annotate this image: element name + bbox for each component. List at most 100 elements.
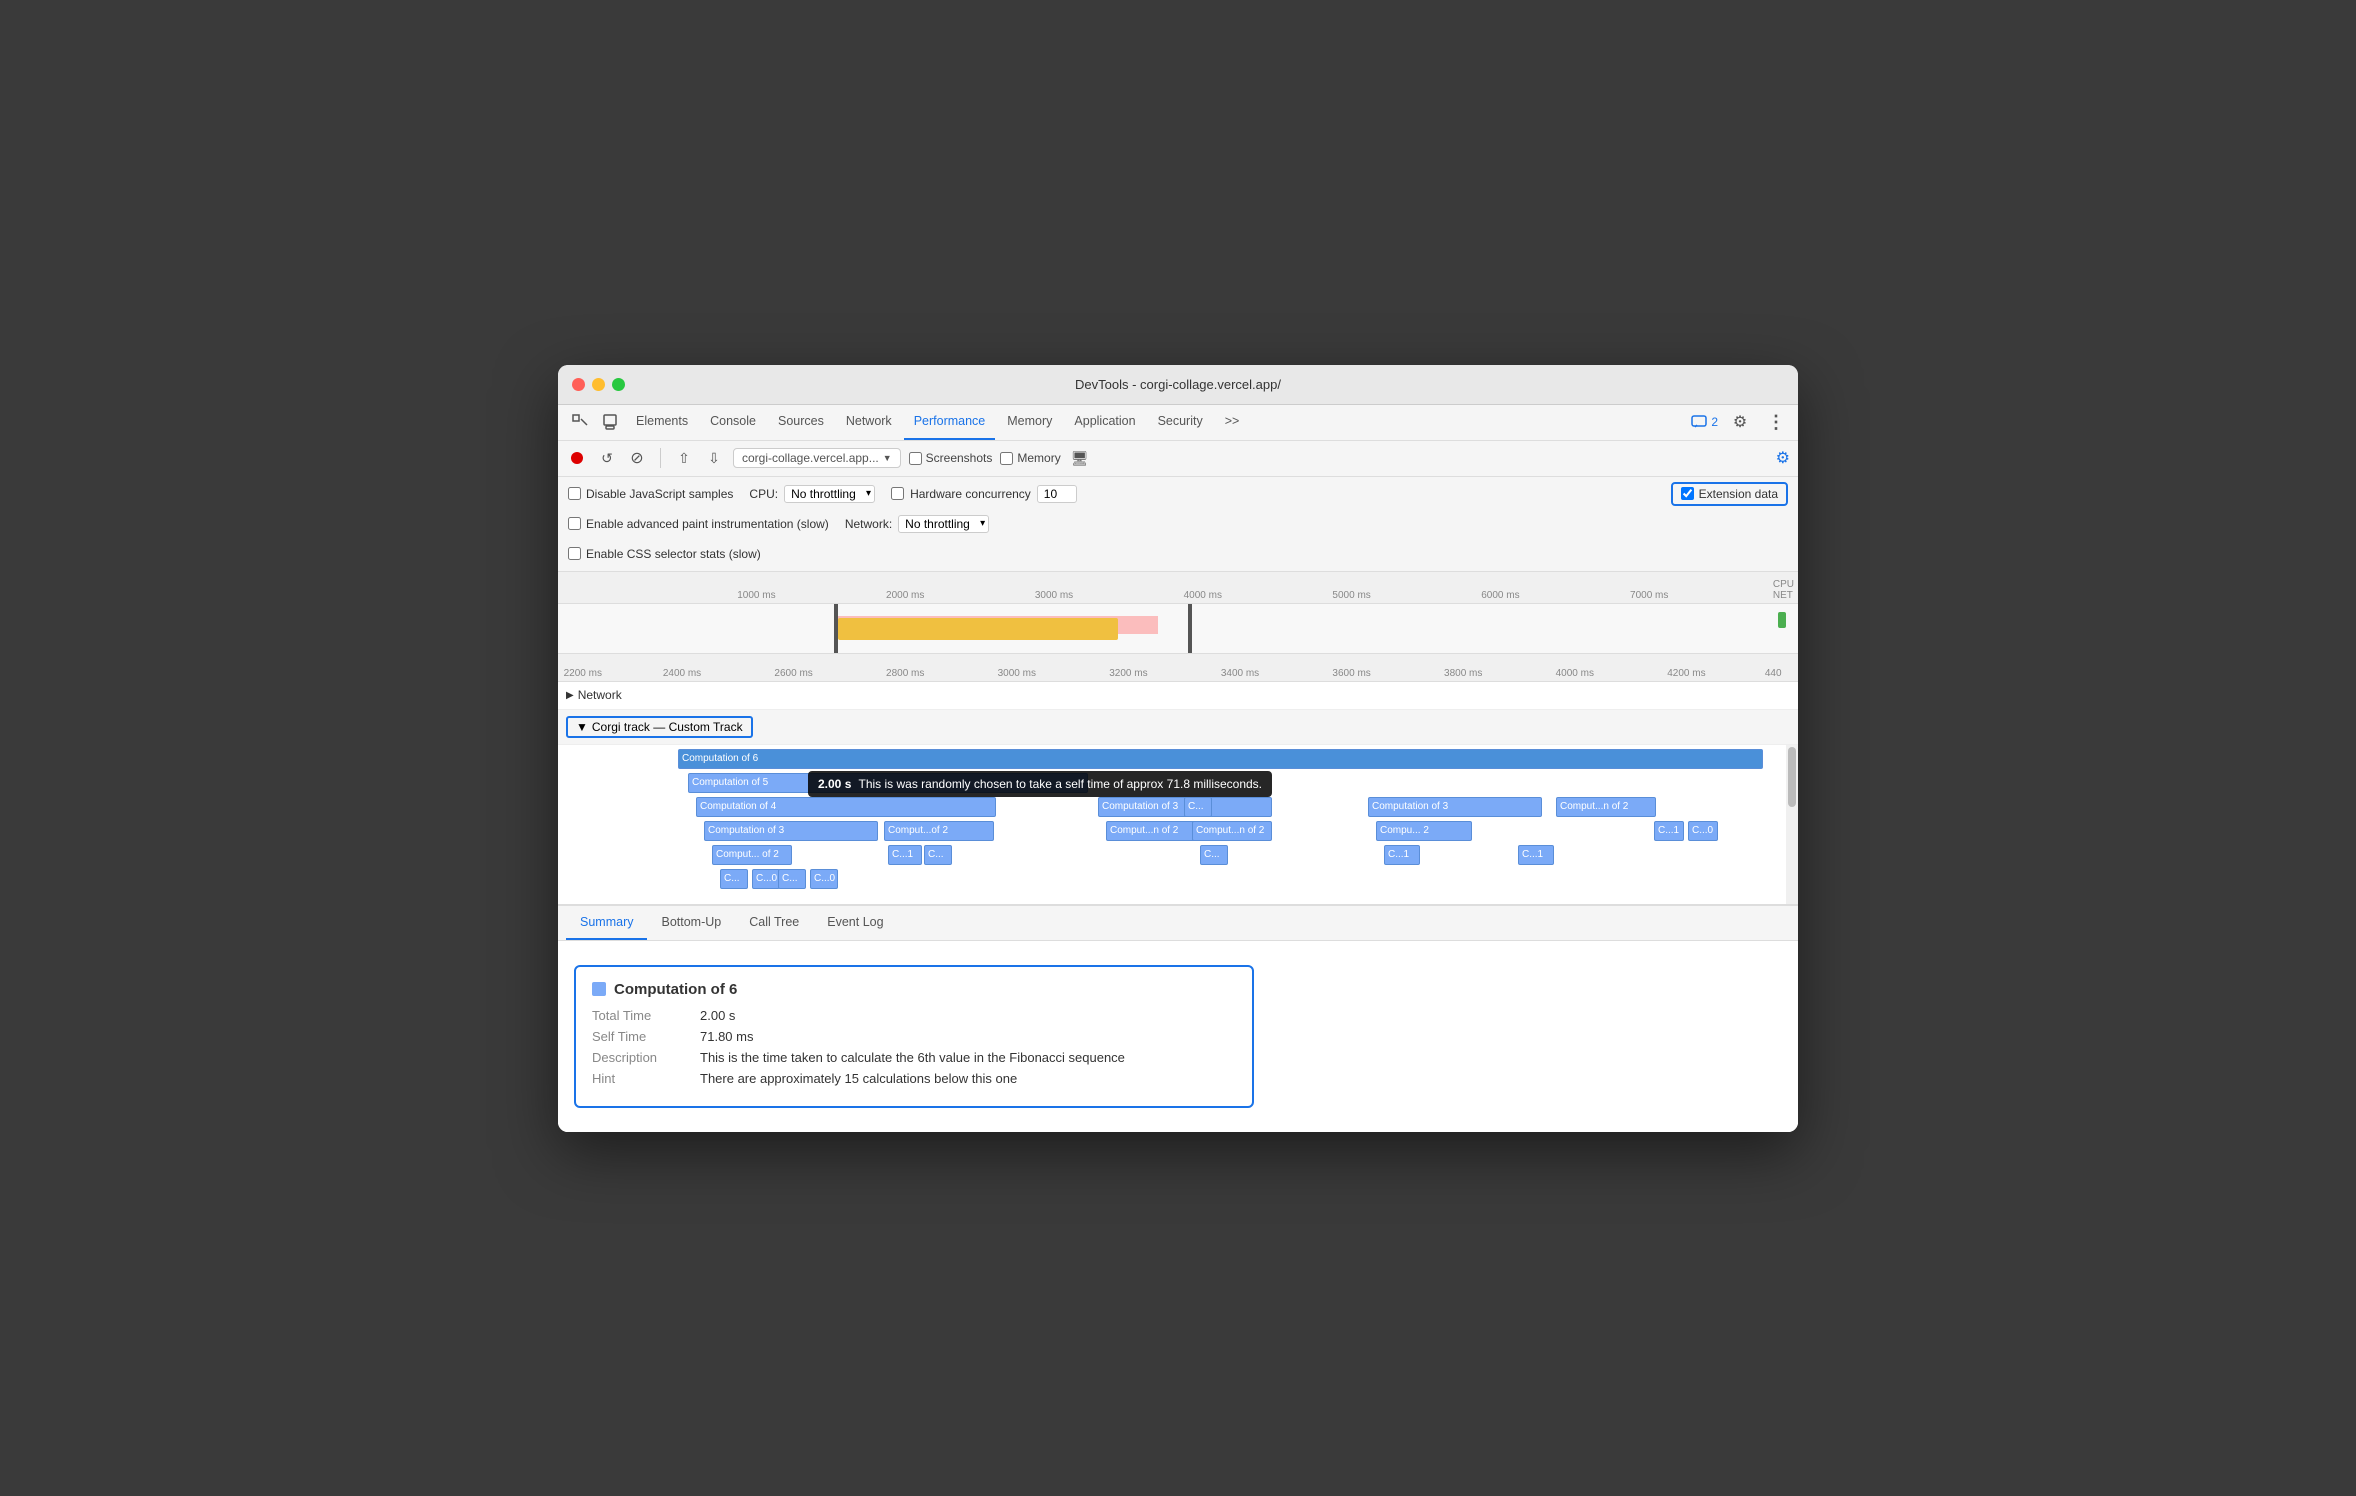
btab-bottom-up[interactable]: Bottom-Up — [647, 906, 735, 940]
flame-label: C... — [1204, 849, 1220, 860]
screenshots-checkbox-wrap[interactable]: Screenshots — [909, 451, 993, 465]
network-track-label[interactable]: ▶ Network — [558, 688, 678, 702]
btab-call-tree[interactable]: Call Tree — [735, 906, 813, 940]
selection-handle-left[interactable] — [834, 604, 838, 653]
zoom-3800: 3800 ms — [1444, 668, 1482, 679]
flame-bar-c1-a[interactable]: C...1 — [888, 845, 922, 865]
flame-bar-comp3-c[interactable]: Computation of 3 — [1368, 797, 1542, 817]
minimize-button[interactable] — [592, 378, 605, 391]
maximize-button[interactable] — [612, 378, 625, 391]
tab-sources[interactable]: Sources — [768, 404, 834, 440]
ruler-1000: 1000 ms — [737, 590, 775, 601]
flame-bar-comp2-e[interactable]: Compu... 2 — [1376, 821, 1472, 841]
flame-bar-comp3-a[interactable]: Computation of 3 — [704, 821, 878, 841]
flame-bar-comp2-b[interactable]: Comput... of 2 — [712, 845, 792, 865]
cpu-net-labels: CPU NET — [1773, 579, 1798, 601]
cpu-label: CPU: — [749, 487, 778, 501]
tab-security[interactable]: Security — [1148, 404, 1213, 440]
cpu-select-wrap[interactable]: No throttling — [784, 485, 875, 503]
flame-bar-comp4[interactable]: Computation of 4 — [696, 797, 996, 817]
options-row-2: Enable advanced paint instrumentation (s… — [568, 511, 1788, 537]
flame-bar-cdot-d[interactable]: C... — [778, 869, 806, 889]
reload-record-button[interactable]: ↺ — [596, 447, 618, 469]
advanced-paint-checkbox[interactable] — [568, 517, 581, 530]
capture-icon[interactable]: 🖥 — [1069, 447, 1091, 469]
advanced-paint-option[interactable]: Enable advanced paint instrumentation (s… — [568, 517, 829, 531]
ruler-3000: 3000 ms — [1035, 590, 1073, 601]
flame-bar-c1-c[interactable]: C...1 — [1654, 821, 1684, 841]
flame-tooltip: 2.00 s This is was randomly chosen to ta… — [808, 771, 1272, 797]
tab-elements[interactable]: Elements — [626, 404, 698, 440]
disable-js-checkbox[interactable] — [568, 487, 581, 500]
tab-performance[interactable]: Performance — [904, 404, 996, 440]
extension-data-option[interactable]: Extension data — [1671, 482, 1788, 506]
flame-bar-c1-b[interactable]: C...1 — [1384, 845, 1420, 865]
settings-icon[interactable]: ⚙ — [1726, 408, 1754, 436]
record-button[interactable] — [566, 447, 588, 469]
hardware-checkbox[interactable] — [891, 487, 904, 500]
download-button[interactable]: ⇩ — [703, 447, 725, 469]
flame-label: C...0 — [814, 873, 835, 884]
css-selector-label: Enable CSS selector stats (slow) — [586, 547, 761, 561]
options-row-3: Enable CSS selector stats (slow) — [568, 541, 1788, 567]
flame-chart[interactable]: Computation of 6 Computation of 5 Comput… — [558, 745, 1798, 905]
flame-bar-cdot-a[interactable]: C... — [924, 845, 952, 865]
chat-badge-button[interactable]: 2 — [1691, 415, 1718, 429]
timeline-overview[interactable] — [558, 604, 1798, 654]
network-select-wrap[interactable]: No throttling — [898, 515, 989, 533]
memory-checkbox[interactable] — [1000, 452, 1013, 465]
tab-memory[interactable]: Memory — [997, 404, 1062, 440]
css-selector-checkbox[interactable] — [568, 547, 581, 560]
btab-summary[interactable]: Summary — [566, 906, 647, 940]
flame-label: C...0 — [1692, 825, 1713, 836]
upload-button[interactable]: ⇧ — [673, 447, 695, 469]
hardware-value-input[interactable]: 10 — [1037, 485, 1077, 503]
inspect-icon[interactable] — [566, 408, 594, 436]
memory-checkbox-wrap[interactable]: Memory — [1000, 451, 1060, 465]
css-selector-option[interactable]: Enable CSS selector stats (slow) — [568, 547, 761, 561]
flame-bar-cdot-b[interactable]: C... — [720, 869, 748, 889]
selection-handle-right[interactable] — [1188, 604, 1192, 653]
flame-bar-comp2-d[interactable]: Comput...n of 2 — [1192, 821, 1272, 841]
device-icon[interactable] — [596, 408, 624, 436]
zoom-3600: 3600 ms — [1332, 668, 1370, 679]
screenshots-checkbox[interactable] — [909, 452, 922, 465]
flame-bar-cdot-c[interactable]: C... — [1200, 845, 1228, 865]
tooltip-time: 2.00 s — [818, 777, 851, 791]
flame-bar-c0-b[interactable]: C...0 — [1688, 821, 1718, 841]
screenshots-label: Screenshots — [926, 451, 993, 465]
network-select[interactable]: No throttling — [898, 515, 989, 533]
flame-bar-c1-row5[interactable]: C...1 — [1518, 845, 1554, 865]
ext-data-checkbox[interactable] — [1681, 487, 1694, 500]
flame-scrollbar[interactable] — [1786, 745, 1798, 904]
flame-bar-c0-a[interactable]: C...0 — [752, 869, 780, 889]
self-time-key: Self Time — [592, 1029, 692, 1044]
desc-key: Description — [592, 1050, 692, 1065]
custom-track-toggle[interactable]: ▼ Corgi track — Custom Track — [566, 716, 753, 738]
tab-network[interactable]: Network — [836, 404, 902, 440]
tab-application[interactable]: Application — [1064, 404, 1145, 440]
tab-right-actions: 2 ⚙ ⋮ — [1691, 408, 1790, 436]
zoom-ruler: 2200 ms 2400 ms 2600 ms 2800 ms 3000 ms … — [558, 654, 1798, 682]
close-button[interactable] — [572, 378, 585, 391]
flame-label: C...1 — [1658, 825, 1679, 836]
clear-button[interactable]: ⊘ — [626, 447, 648, 469]
separator — [660, 448, 661, 468]
bottom-tab-bar: Summary Bottom-Up Call Tree Event Log — [558, 906, 1798, 941]
tab-more[interactable]: >> — [1215, 404, 1250, 440]
cpu-select[interactable]: No throttling — [784, 485, 875, 503]
btab-event-log[interactable]: Event Log — [813, 906, 897, 940]
ruler-2000: 2000 ms — [886, 590, 924, 601]
flame-bar-c-right[interactable]: C... — [1184, 797, 1212, 817]
flame-label: Computation of 3 — [708, 825, 784, 836]
disable-js-option[interactable]: Disable JavaScript samples — [568, 487, 733, 501]
flame-bar-comp6[interactable]: Computation of 6 — [678, 749, 1763, 769]
flame-bar-comp2-a[interactable]: Comput...of 2 — [884, 821, 994, 841]
flame-bar-comp2-f[interactable]: Comput...n of 2 — [1556, 797, 1656, 817]
more-options-icon[interactable]: ⋮ — [1762, 408, 1790, 436]
flame-scrollbar-thumb[interactable] — [1788, 747, 1796, 807]
network-track-content — [678, 682, 1798, 709]
settings-gear-icon[interactable]: ⚙ — [1776, 448, 1790, 468]
tab-console[interactable]: Console — [700, 404, 766, 440]
flame-bar-c0-c[interactable]: C...0 — [810, 869, 838, 889]
